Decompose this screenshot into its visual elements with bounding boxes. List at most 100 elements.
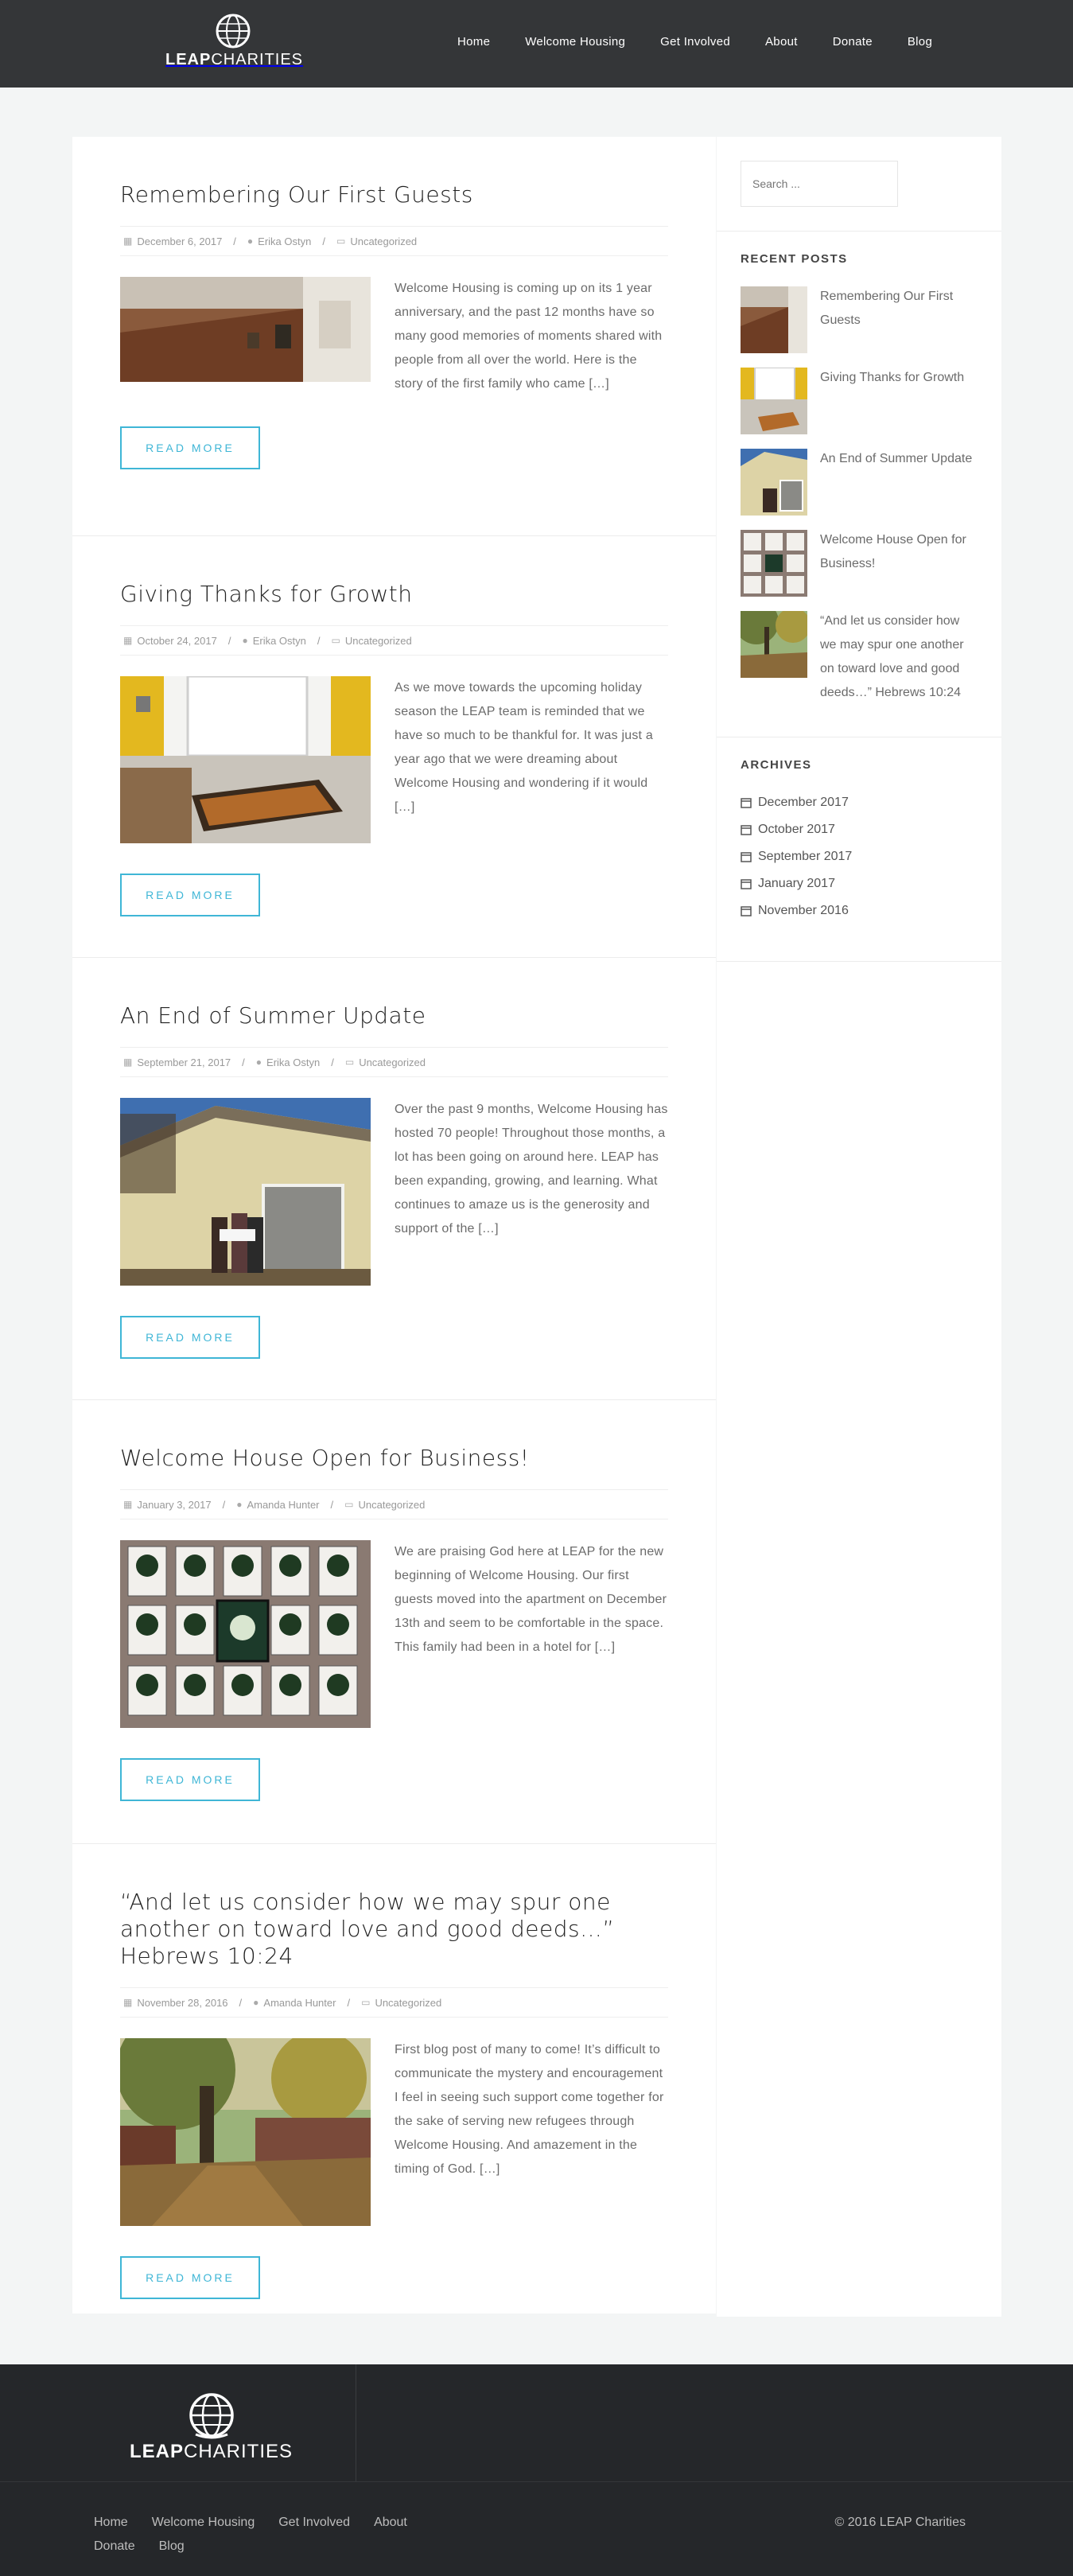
post: Giving Thanks for Growth ▦ October 24, 20…	[72, 536, 716, 958]
globe-icon	[216, 14, 251, 49]
post: “And let us consider how we may spur one…	[72, 1844, 716, 2313]
recent-post-item[interactable]: “And let us consider how we may spur one…	[741, 611, 978, 705]
calendar-icon: ▦	[123, 1997, 133, 2008]
post-thumbnail[interactable]	[120, 1540, 371, 1728]
post-thumbnail[interactable]	[120, 277, 371, 382]
folder-icon: ▭	[344, 1499, 354, 1510]
post-date[interactable]: January 3, 2017	[137, 1499, 211, 1511]
calendar-icon	[741, 852, 752, 862]
post-title[interactable]: Giving Thanks for Growth	[120, 581, 668, 608]
post-title[interactable]: Remembering Our First Guests	[120, 181, 668, 208]
archive-link[interactable]: December 2017	[741, 789, 978, 816]
calendar-icon	[741, 879, 752, 889]
folder-icon: ▭	[331, 635, 340, 646]
post-category[interactable]: Uncategorized	[358, 1499, 425, 1511]
user-icon: ●	[247, 235, 254, 247]
post-title[interactable]: Welcome House Open for Business!	[120, 1445, 668, 1472]
post-excerpt: We are praising God here at LEAP for the…	[395, 1545, 667, 1654]
post: Welcome House Open for Business! ▦ Januar…	[72, 1400, 716, 1844]
post-meta: ▦ January 3, 2017 / ● Amanda Hunter / ▭ Unc…	[120, 1489, 668, 1520]
post-date[interactable]: September 21, 2017	[137, 1056, 231, 1068]
post-author[interactable]: Amanda Hunter	[263, 1997, 336, 2009]
post-category[interactable]: Uncategorized	[345, 635, 412, 647]
recent-post-item[interactable]: Welcome House Open for Business!	[741, 530, 978, 597]
archive-link[interactable]: October 2017	[741, 816, 978, 843]
footer-nav-get-involved[interactable]: Get Involved	[278, 2511, 350, 2535]
recent-post-title: Remembering Our First Guests	[820, 290, 954, 327]
calendar-icon	[741, 798, 752, 808]
recent-post-thumbnail	[741, 611, 807, 678]
post-title[interactable]: “And let us consider how we may spur one…	[120, 1889, 668, 1970]
post-meta: ▦ September 21, 2017 / ● Erika Ostyn / ▭ Un…	[120, 1047, 668, 1077]
post-author[interactable]: Erika Ostyn	[266, 1056, 320, 1068]
recent-post-item[interactable]: Giving Thanks for Growth	[741, 368, 978, 434]
recent-post-item[interactable]: Remembering Our First Guests	[741, 286, 978, 353]
post-excerpt: Welcome Housing is coming up on its 1 ye…	[395, 282, 663, 391]
post-date[interactable]: December 6, 2017	[137, 235, 222, 247]
post-title[interactable]: An End of Summer Update	[120, 1002, 668, 1029]
folder-icon: ▭	[336, 235, 346, 247]
folder-icon: ▭	[344, 1056, 355, 1068]
nav-blog[interactable]: Blog	[908, 35, 932, 49]
calendar-icon: ▦	[123, 1499, 133, 1510]
post-author[interactable]: Amanda Hunter	[247, 1499, 319, 1511]
recent-post-item[interactable]: An End of Summer Update	[741, 449, 978, 516]
nav-donate[interactable]: Donate	[833, 35, 873, 49]
widget-title: ARCHIVES	[741, 758, 812, 772]
footer-logo-text: LEAPCHARITIES	[129, 2441, 294, 2462]
footer-nav-blog[interactable]: Blog	[159, 2535, 185, 2558]
nav-about[interactable]: About	[765, 35, 798, 49]
post-category[interactable]: Uncategorized	[375, 1997, 441, 2009]
post-thumbnail[interactable]	[120, 1098, 371, 1286]
post-excerpt: First blog post of many to come! It’s di…	[395, 2043, 664, 2176]
sidebar: RECENT POSTS Remembering Our First Guest…	[717, 137, 1001, 2317]
site-logo[interactable]: LEAPCHARITIES	[165, 13, 302, 76]
read-more-button[interactable]: READ MORE	[120, 1758, 260, 1801]
post-date[interactable]: October 24, 2017	[137, 635, 216, 647]
post-date[interactable]: November 28, 2016	[137, 1997, 227, 2009]
nav-get-involved[interactable]: Get Involved	[660, 35, 730, 49]
post-category[interactable]: Uncategorized	[350, 235, 417, 247]
footer-nav-donate[interactable]: Donate	[94, 2535, 135, 2558]
read-more-button[interactable]: READ MORE	[120, 426, 260, 469]
main-nav: Home Welcome Housing Get Involved About …	[457, 35, 932, 49]
archive-link[interactable]: September 2017	[741, 843, 978, 870]
read-more-button[interactable]: READ MORE	[120, 2256, 260, 2299]
user-icon: ●	[236, 1499, 243, 1510]
footer-nav-home[interactable]: Home	[94, 2511, 128, 2535]
post-list: Remembering Our First Guests ▦ December 6…	[72, 137, 716, 2313]
nav-welcome-housing[interactable]: Welcome Housing	[525, 35, 625, 49]
search-input[interactable]	[741, 161, 898, 207]
post-meta: ▦ November 28, 2016 / ● Amanda Hunter / ▭ U…	[120, 1987, 668, 2018]
footer-logo[interactable]: LEAPCHARITIES	[126, 2391, 297, 2463]
footer-nav-about[interactable]: About	[374, 2511, 407, 2535]
post: An End of Summer Update ▦ September 21, 2…	[72, 958, 716, 1400]
recent-post-thumbnail	[741, 286, 807, 353]
post-category[interactable]: Uncategorized	[359, 1056, 426, 1068]
folder-icon: ▭	[361, 1997, 371, 2008]
post-thumbnail[interactable]	[120, 2038, 371, 2226]
site-header: LEAPCHARITIES Home Welcome Housing Get I…	[0, 0, 1073, 88]
read-more-button[interactable]: READ MORE	[120, 1316, 260, 1359]
archive-link[interactable]: January 2017	[741, 870, 978, 897]
recent-post-thumbnail	[741, 530, 807, 597]
post: Remembering Our First Guests ▦ December 6…	[72, 137, 716, 536]
archive-link[interactable]: November 2016	[741, 897, 978, 924]
post-excerpt: As we move towards the upcoming holiday …	[395, 681, 653, 814]
user-icon: ●	[255, 1056, 262, 1068]
user-icon: ●	[253, 1997, 259, 2008]
post-meta: ▦ October 24, 2017 / ● Erika Ostyn / ▭ Unca…	[120, 625, 668, 656]
recent-posts-widget: RECENT POSTS Remembering Our First Guest…	[717, 232, 1001, 705]
calendar-icon: ▦	[123, 635, 133, 646]
post-author[interactable]: Erika Ostyn	[258, 235, 311, 247]
calendar-icon	[741, 906, 752, 916]
post-author[interactable]: Erika Ostyn	[253, 635, 306, 647]
post-thumbnail[interactable]	[120, 676, 371, 843]
read-more-button[interactable]: READ MORE	[120, 874, 260, 916]
post-excerpt: Over the past 9 months, Welcome Housing …	[395, 1103, 668, 1235]
copyright-text: © 2016 LEAP Charities	[834, 2516, 966, 2529]
footer-nav-welcome-housing[interactable]: Welcome Housing	[152, 2511, 255, 2535]
page: LEAPCHARITIES Home Welcome Housing Get I…	[0, 0, 1073, 2317]
nav-home[interactable]: Home	[457, 35, 490, 49]
footer-top: LEAPCHARITIES	[0, 2364, 1073, 2481]
